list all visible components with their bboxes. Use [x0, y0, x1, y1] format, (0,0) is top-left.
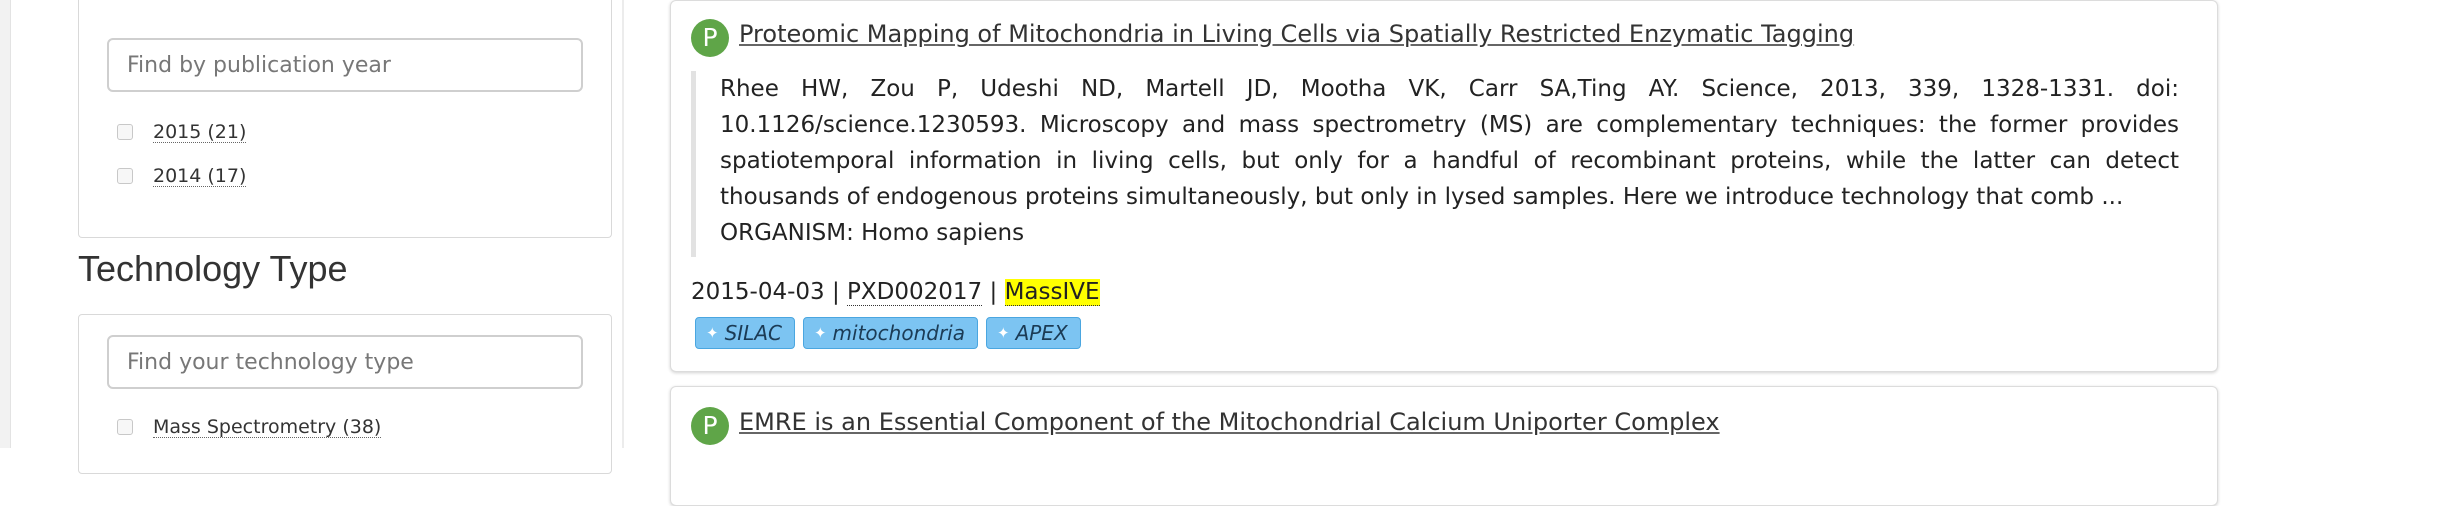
result-meta: 2015-04-03 | PXD002017 | MassIVE [691, 279, 1100, 306]
technology-type-heading: Technology Type [78, 248, 348, 289]
tag-icon: ✦ [706, 324, 719, 342]
tag-silac[interactable]: ✦ SILAC [695, 317, 795, 349]
tag-label[interactable]: APEX [1016, 321, 1068, 345]
year-search-input[interactable] [107, 38, 583, 92]
publication-icon: P [691, 407, 729, 445]
technology-search-input[interactable] [107, 335, 583, 389]
result-title-link[interactable]: Proteomic Mapping of Mitochondria in Liv… [739, 20, 1854, 48]
tag-icon: ✦ [813, 324, 827, 342]
result-tags: ✦ SILAC ✦ mitochondria ✦ APEX [695, 317, 1081, 349]
year-filter-panel: 2015 (21) 2014 (17) [78, 0, 612, 238]
result-abstract-block: Rhee HW, Zou P, Udeshi ND, Martell JD, M… [691, 71, 2179, 257]
tag-apex[interactable]: ✦ APEX [985, 317, 1081, 349]
result-card: P EMRE is an Essential Component of the … [670, 386, 2218, 506]
year-option-label[interactable]: 2014 (17) [153, 166, 247, 187]
tag-mitochondria[interactable]: ✦ mitochondria [802, 317, 978, 349]
technology-filter-panel: Mass Spectrometry (38) [78, 314, 612, 474]
result-card: P Proteomic Mapping of Mitochondria in L… [670, 0, 2218, 372]
tag-label[interactable]: SILAC [725, 321, 782, 345]
technology-option-mass-spectrometry[interactable]: Mass Spectrometry (38) [117, 415, 382, 439]
filter-sidebar: 2015 (21) 2014 (17) Technology Type Mass… [0, 0, 620, 474]
technology-checkbox[interactable] [117, 419, 133, 435]
result-date: 2015-04-03 [691, 279, 825, 305]
column-divider [622, 0, 624, 448]
year-checkbox-2014[interactable] [117, 168, 133, 184]
tag-label[interactable]: mitochondria [833, 321, 965, 345]
result-title-link[interactable]: EMRE is an Essential Component of the Mi… [739, 408, 1720, 436]
publication-icon: P [691, 19, 729, 57]
technology-option-label[interactable]: Mass Spectrometry (38) [153, 417, 382, 438]
year-checkbox-2015[interactable] [117, 124, 133, 140]
accession-link[interactable]: PXD002017 [847, 279, 983, 306]
repository-link[interactable]: MassIVE [1004, 279, 1100, 306]
meta-separator: | [831, 279, 840, 305]
tag-icon: ✦ [996, 324, 1010, 342]
year-option-2014[interactable]: 2014 (17) [117, 164, 247, 188]
year-option-2015[interactable]: 2015 (21) [117, 120, 247, 144]
result-abstract: Rhee HW, Zou P, Udeshi ND, Martell JD, M… [720, 76, 2179, 210]
year-option-label[interactable]: 2015 (21) [153, 122, 247, 143]
result-organism: ORGANISM: Homo sapiens [720, 220, 1025, 246]
meta-separator: | [989, 279, 998, 305]
